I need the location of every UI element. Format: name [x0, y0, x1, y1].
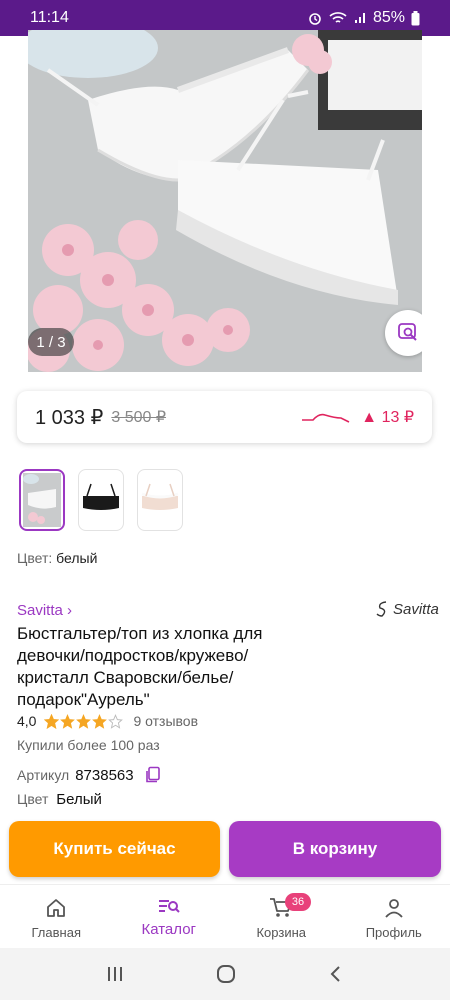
nav-home-label: Главная — [31, 925, 81, 940]
article-label: Артикул — [17, 767, 70, 783]
color-variants — [19, 469, 183, 531]
alarm-icon — [309, 13, 321, 25]
copy-article-button[interactable] — [144, 766, 162, 784]
home-icon — [47, 899, 66, 917]
star-icon — [44, 713, 60, 729]
add-to-cart-button[interactable]: В корзину — [229, 821, 441, 877]
product-photo — [28, 30, 422, 372]
status-icons: 85% — [307, 9, 420, 27]
nav-cart[interactable]: 36 Корзина — [225, 885, 338, 949]
article-row: Артикул 8738563 — [17, 766, 162, 784]
nav-catalog[interactable]: Каталог — [113, 885, 226, 949]
price-change: ▲ 13 ₽ — [361, 409, 414, 426]
price-card[interactable]: 1 033 ₽ 3 500 ₽ ▲ 13 ₽ — [17, 391, 432, 443]
back-icon[interactable] — [327, 964, 345, 984]
color-value: белый — [56, 550, 98, 566]
product-image[interactable]: 1 / 3 — [28, 30, 422, 372]
cart-count-badge: 36 — [285, 893, 311, 911]
profile-icon — [385, 899, 403, 918]
reviews-link[interactable]: 9 отзывов — [133, 713, 198, 729]
home-button-icon[interactable] — [215, 963, 237, 985]
color-label: Цвет: — [17, 550, 53, 566]
purchase-count: Купили более 100 раз — [17, 737, 160, 753]
image-search-icon — [398, 323, 417, 341]
buy-now-button[interactable]: Купить сейчас — [9, 821, 220, 877]
rating-row[interactable]: 4,0 9 отзывов — [17, 713, 198, 729]
battery-icon — [411, 10, 420, 25]
star-icon — [60, 713, 76, 729]
catalog-search-icon — [158, 900, 180, 913]
recent-apps-icon[interactable] — [105, 965, 125, 983]
rating-value: 4,0 — [17, 713, 37, 729]
photo-counter: 1 / 3 — [28, 328, 74, 356]
variant-white[interactable] — [19, 469, 65, 531]
selected-color: Цвет: белый — [17, 550, 97, 566]
bottom-navigation: Главная Каталог 36 Корзина Профиль — [0, 884, 450, 949]
old-price: 3 500 ₽ — [111, 409, 167, 426]
variant-thumbnail-black — [83, 483, 119, 510]
article-value: 8738563 — [75, 766, 134, 784]
nav-profile[interactable]: Профиль — [338, 885, 450, 949]
variant-beige[interactable] — [137, 469, 183, 531]
price-history[interactable]: ▲ 13 ₽ — [301, 407, 414, 427]
nav-profile-label: Профиль — [365, 925, 422, 940]
nav-catalog-label: Каталог — [141, 921, 197, 938]
current-price: 1 033 ₽ — [35, 406, 104, 429]
star-empty-icon — [108, 713, 124, 729]
rating-stars — [44, 713, 124, 729]
brand-logo[interactable]: Savitta — [376, 600, 439, 618]
copy-icon — [145, 766, 160, 783]
star-icon — [76, 713, 92, 729]
nav-home[interactable]: Главная — [0, 885, 113, 949]
status-time: 11:14 — [30, 9, 69, 26]
variant-thumbnail-beige — [141, 483, 179, 510]
nav-cart-label: Корзина — [256, 925, 307, 940]
wifi-icon — [329, 12, 347, 23]
star-icon — [92, 713, 108, 729]
price-trend-chart-icon — [302, 413, 350, 423]
color-detail-row: Цвет Белый — [17, 791, 102, 808]
variant-black[interactable] — [78, 469, 124, 531]
brand-logo-text: Savitta — [393, 600, 439, 618]
brand-logo-icon — [376, 601, 387, 617]
battery-percent: 85% — [372, 9, 405, 26]
system-navigation-bar — [0, 948, 450, 1000]
variant-thumbnail-white — [23, 473, 61, 527]
brand-link[interactable]: Savitta › — [17, 602, 72, 619]
product-title: Бюстгальтер/топ из хлопка для девочки/по… — [17, 624, 263, 709]
signal-icon — [354, 13, 365, 23]
color-detail-label: Цвет — [17, 791, 49, 807]
color-detail-value: Белый — [56, 791, 102, 808]
